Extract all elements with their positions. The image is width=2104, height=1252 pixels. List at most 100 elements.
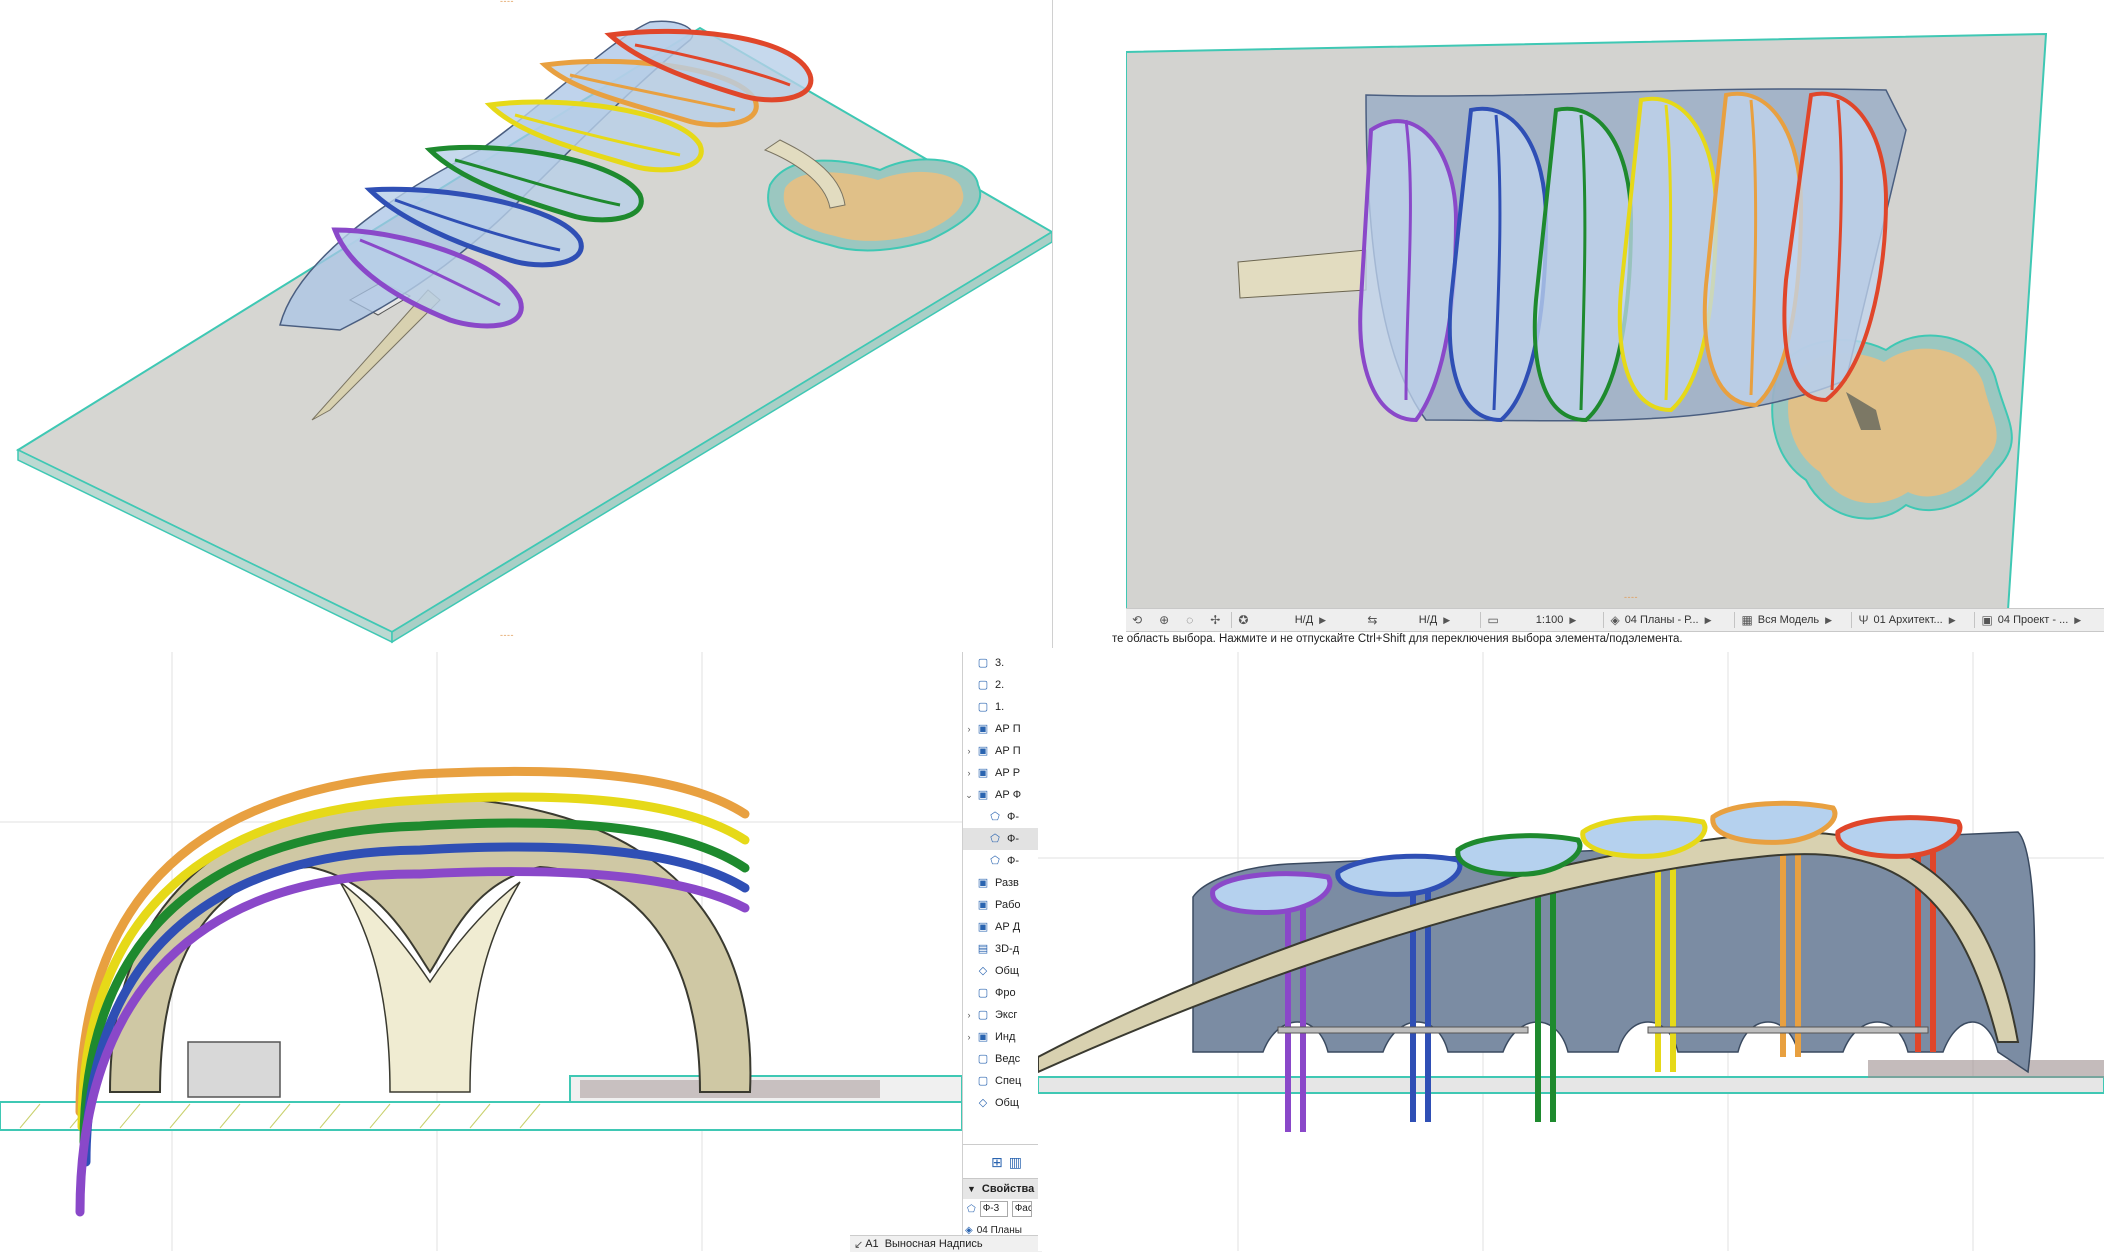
nav-item-2[interactable]: ▢ 2.	[963, 674, 1039, 696]
folder-icon: ▢	[977, 700, 989, 713]
chevron-down-icon: ▼	[967, 1184, 976, 1194]
plan-field[interactable]: ◈ 04 Планы - Р... ▶	[1604, 609, 1734, 631]
nav-item-3[interactable]: ▢ 1.	[963, 696, 1039, 718]
plan-top-view[interactable]: - - - -	[1126, 0, 2104, 610]
view-marker: - - - -	[500, 0, 513, 6]
arrow-right-icon: ▶	[1319, 614, 1327, 625]
nav-item-12[interactable]: ▣ Рабо	[963, 894, 1039, 916]
folder-icon: ▢	[977, 656, 989, 669]
nav-item-11[interactable]: ▣ Разв	[963, 872, 1039, 894]
dimension-value: 04 Проект - ...	[1997, 614, 2069, 626]
nav-item-label: Спец	[995, 1075, 1022, 1087]
nav-item-label: Разв	[995, 877, 1019, 889]
nav-item-5[interactable]: › ▣ АР П	[963, 740, 1039, 762]
layout-icon: ▣	[977, 876, 989, 889]
nav-item-14[interactable]: ▤ 3D-д	[963, 938, 1039, 960]
chevron-right-icon[interactable]: ›	[963, 1032, 975, 1042]
nav-item-21[interactable]: ◇ Общ	[963, 1092, 1039, 1114]
pen-set-field[interactable]: Ψ 01 Архитект... ▶	[1852, 609, 1974, 631]
view-marker: - - - -	[500, 630, 513, 640]
pan-button[interactable]: ◌	[1180, 609, 1204, 631]
chevron-right-icon[interactable]: ›	[963, 1010, 975, 1020]
chevron-right-icon[interactable]: ›	[963, 746, 975, 756]
id-field[interactable]: Ф-3	[979, 1201, 1008, 1217]
nav-item-19[interactable]: ▢ Ведс	[963, 1048, 1039, 1070]
nav-item-label: АР Ф	[995, 789, 1022, 801]
elevation-icon: ⬠	[990, 854, 1000, 867]
arrow-right-icon: ▶	[1948, 614, 1956, 625]
folder-icon: ▢	[977, 1074, 989, 1087]
rotate-icon: ⇆	[1367, 613, 1378, 627]
project-navigator[interactable]: ▢ 3. ▢ 2. ▢ 1. › ▣ АР П › ▣ АР П › ▣ АР Р ⌄ ▣ АР Ф …	[962, 652, 1040, 1251]
layout-icon: ▣	[977, 722, 989, 735]
nav-item-9-selected[interactable]: ⬠ Ф-	[963, 828, 1039, 850]
pen-set-value: 01 Архитект...	[1873, 614, 1943, 626]
grid-icon: ▦	[1741, 613, 1753, 627]
walk-icon: ✢	[1210, 613, 1221, 627]
type-field[interactable]: Фас	[1011, 1201, 1032, 1217]
nav-item-label: Рабо	[995, 899, 1021, 911]
callout-code: А1	[865, 1238, 879, 1250]
angle-field[interactable]: Н/Д ▶	[1259, 609, 1361, 631]
elevation-view[interactable]	[1038, 652, 2104, 1251]
section-ground	[0, 1101, 962, 1131]
callout-tool[interactable]: ↙ А1 Выносная Надпись	[850, 1235, 1042, 1252]
axonometric-canvas	[15, 20, 1052, 644]
undo-zoom-button[interactable]: ⟲	[1126, 609, 1153, 631]
new-view-icon[interactable]: ⊞	[991, 1154, 1003, 1171]
nav-item-10[interactable]: ⬠ Ф-	[963, 850, 1039, 872]
nav-item-1[interactable]: ▢ 3.	[963, 652, 1039, 674]
scale-field[interactable]: ▭ 1:100 ▶	[1481, 609, 1603, 631]
zoom-button[interactable]: ⊕	[1153, 609, 1180, 631]
nav-item-label: Эксг	[995, 1009, 1018, 1021]
nav-item-label: 2.	[995, 679, 1005, 691]
angle-value: Н/Д	[1294, 614, 1314, 626]
nav-item-7[interactable]: ⌄ ▣ АР Ф	[963, 784, 1039, 806]
rotation-field[interactable]: Н/Д ▶	[1388, 609, 1480, 631]
rotate-button[interactable]: ⇆	[1361, 609, 1388, 631]
nav-item-label: Фро	[995, 987, 1016, 999]
nav-item-8[interactable]: ⬠ Ф-	[963, 806, 1039, 828]
layout-icon: ▣	[977, 920, 989, 933]
view-marker: - - - -	[1624, 592, 1637, 602]
navigator-preview-button[interactable]: ✪	[1232, 609, 1259, 631]
axonometric-3d-view[interactable]: - - - - - - - -	[0, 0, 1053, 648]
cube-icon: ◇	[978, 964, 988, 977]
elevation-rail	[1277, 1026, 1529, 1034]
folder-icon: ▢	[977, 1052, 989, 1065]
callout-label: Выносная Надпись	[884, 1238, 983, 1250]
nav-item-4[interactable]: › ▣ АР П	[963, 718, 1039, 740]
layout-icon: ▣	[977, 766, 989, 779]
settings-icon[interactable]: ▥	[1009, 1154, 1022, 1171]
model-view-field[interactable]: ▦ Вся Модель ▶	[1735, 609, 1851, 631]
nav-item-label: Ведс	[995, 1053, 1021, 1065]
callout-icon: ↙	[854, 1238, 864, 1251]
nav-item-16[interactable]: ▢ Фро	[963, 982, 1039, 1004]
orbit-button[interactable]: ✢	[1204, 609, 1231, 631]
properties-header[interactable]: ▼ Свойства	[963, 1178, 1039, 1199]
nav-item-17[interactable]: › ▢ Эксг	[963, 1004, 1039, 1026]
nav-item-15[interactable]: ◇ Общ	[963, 960, 1039, 982]
section-view[interactable]	[0, 652, 962, 1251]
properties-id-row: ⬠ Ф-3 Фас	[963, 1199, 1039, 1219]
nav-item-label: 3D-д	[995, 943, 1020, 955]
chevron-down-icon[interactable]: ⌄	[963, 790, 975, 801]
nav-item-6[interactable]: › ▣ АР Р	[963, 762, 1039, 784]
chevron-right-icon[interactable]: ›	[963, 724, 975, 734]
palette-icon: ✪	[1238, 613, 1249, 627]
folder-icon: ▢	[977, 1008, 989, 1021]
navigator-tools: ⊞ ▥	[963, 1144, 1039, 1179]
nav-item-label: АР П	[995, 723, 1021, 735]
nav-item-label: АР Р	[995, 767, 1021, 779]
dimension-field[interactable]: ▣ 04 Проект - ... ▶	[1975, 609, 2087, 631]
layout-icon: ▣	[977, 898, 989, 911]
chevron-right-icon[interactable]: ›	[963, 768, 975, 778]
layout-icon: ▣	[977, 744, 989, 757]
nav-item-13[interactable]: ▣ АР Д	[963, 916, 1039, 938]
zoom-back-icon: ⟲	[1132, 613, 1143, 627]
nav-item-18[interactable]: › ▣ Инд	[963, 1026, 1039, 1048]
nav-item-20[interactable]: ▢ Спец	[963, 1070, 1039, 1092]
nav-item-label: 1.	[995, 701, 1005, 713]
pen-icon: Ψ	[1858, 613, 1869, 627]
plan-value: 04 Планы - Р...	[1624, 614, 1699, 626]
